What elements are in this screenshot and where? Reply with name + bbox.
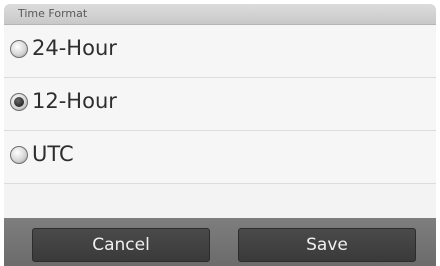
action-bar: Cancel Save (4, 218, 436, 266)
time-format-dialog: Time Format 24-Hour 12-Hour UTC Cancel S… (4, 4, 436, 266)
save-button[interactable]: Save (238, 228, 416, 262)
radio-button-icon[interactable] (10, 146, 28, 164)
radio-button-icon[interactable] (10, 40, 28, 58)
option-label: UTC (32, 142, 74, 166)
radio-button-selected-icon[interactable] (10, 93, 28, 111)
time-format-options: 24-Hour 12-Hour UTC (4, 25, 436, 184)
option-12-hour[interactable]: 12-Hour (4, 78, 436, 131)
option-label: 12-Hour (32, 89, 117, 113)
option-utc[interactable]: UTC (4, 131, 436, 184)
option-24-hour[interactable]: 24-Hour (4, 25, 436, 78)
dialog-title: Time Format (18, 7, 88, 20)
cancel-button[interactable]: Cancel (32, 228, 210, 262)
title-bar: Time Format (4, 4, 436, 25)
option-label: 24-Hour (32, 36, 117, 60)
empty-area (4, 184, 436, 218)
